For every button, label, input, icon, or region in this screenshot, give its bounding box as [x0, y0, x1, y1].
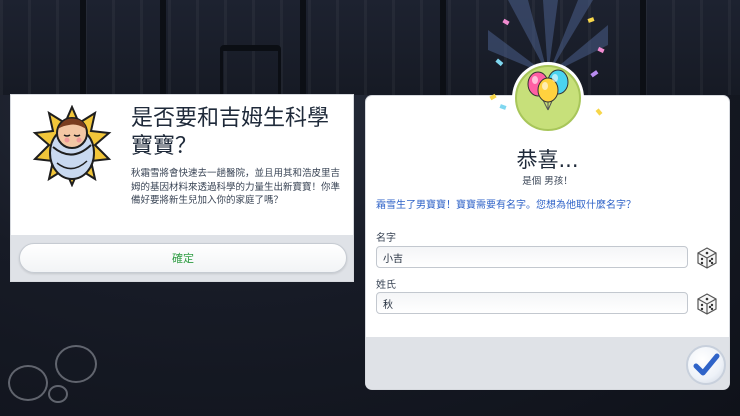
balloons-badge — [488, 0, 608, 140]
dialog-prompt: 霜雪生了男寶寶！寶寶需要有名字。您想為他取什麼名字？ — [376, 200, 636, 211]
swaddled-baby-icon — [31, 104, 113, 188]
thought-bubble — [48, 385, 68, 403]
science-baby-dialog: 是否要和吉姆生科學寶寶？ 秋霜雪將會快速去一趟醫院，並且用其和浩皮里吉姆的基因材… — [11, 95, 353, 281]
background-fence — [0, 0, 740, 95]
background-post — [300, 0, 306, 95]
first-name-label: 名字 — [376, 233, 396, 244]
first-name-input[interactable] — [376, 246, 688, 268]
thought-bubble — [8, 365, 48, 401]
background-post — [160, 0, 166, 95]
dialog-subtitle: 是個 男孩！ — [522, 176, 573, 187]
background-post — [440, 0, 446, 95]
randomize-last-name-dice-icon[interactable] — [695, 291, 719, 315]
last-name-label: 姓氏 — [376, 280, 396, 291]
thought-bubble — [55, 345, 97, 383]
dialog-footer — [366, 337, 729, 389]
background-post — [640, 0, 646, 95]
checkmark-icon — [693, 353, 720, 376]
dialog-message: 秋霜雪將會快速去一趟醫院，並且用其和浩皮里吉姆的基因材料來透過科學的力量生出新寶… — [131, 168, 341, 206]
background-post — [80, 0, 86, 95]
confirm-button[interactable]: 確定 — [19, 243, 347, 273]
last-name-input[interactable] — [376, 292, 688, 314]
confirm-checkmark-button[interactable] — [686, 345, 726, 385]
dialog-title: 是否要和吉姆生科學寶寶？ — [131, 106, 330, 159]
dialog-title: 恭喜... — [516, 148, 579, 172]
randomize-first-name-dice-icon[interactable] — [695, 245, 719, 269]
